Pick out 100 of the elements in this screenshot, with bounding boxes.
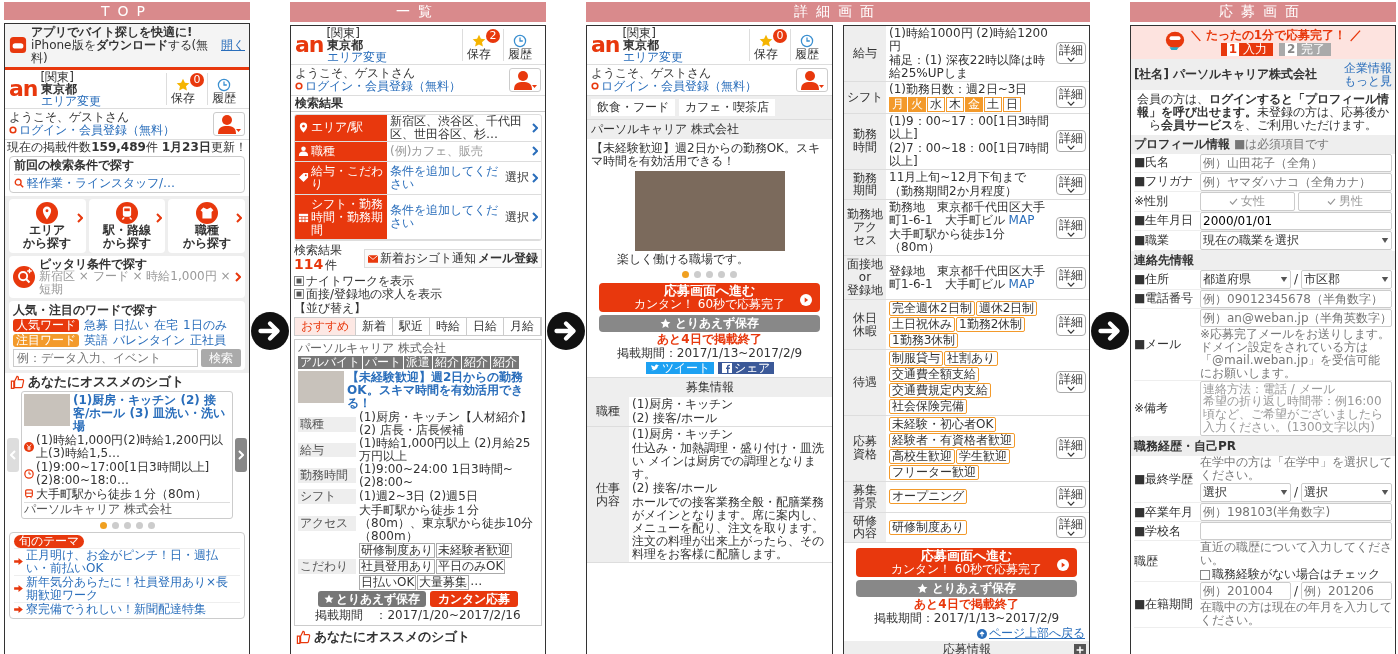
sort-tab[interactable]: おすすめ <box>295 318 356 336</box>
login-link[interactable]: ログイン・会員登録（無料） <box>305 79 461 93</box>
saved-button[interactable]: 0 保存 <box>749 29 787 61</box>
input-field[interactable]: 例）201004 <box>1200 582 1291 600</box>
next-arrow-button[interactable] <box>235 438 247 473</box>
details-button[interactable]: 詳細 <box>1056 313 1086 336</box>
keyword-link[interactable]: 英語 <box>84 334 108 348</box>
history-button[interactable]: 履歴 <box>790 29 828 61</box>
job-title-link[interactable]: 【未経験歓迎】週2日からの勤務OK。スキマ時間を有効活用できる！ <box>347 371 538 411</box>
history-button[interactable]: 履歴 <box>207 72 245 105</box>
keyword-link[interactable]: 正社員 <box>190 334 226 348</box>
details-button[interactable]: 詳細 <box>1056 485 1086 508</box>
theme-link[interactable]: 正月明け、お金がピンチ！日・週払い・前払いOK <box>26 548 240 575</box>
dropdown[interactable]: 都道府県 <box>1200 269 1291 289</box>
user-menu-button[interactable] <box>796 67 828 92</box>
details-button[interactable]: 詳細 <box>1056 371 1086 394</box>
select-link[interactable]: 選択 <box>505 171 529 185</box>
apply-button[interactable]: カンタン応募 <box>430 590 518 608</box>
map-link[interactable]: MAP <box>1008 276 1035 291</box>
details-button[interactable]: 詳細 <box>1056 173 1086 196</box>
details-button[interactable]: 詳細 <box>1056 216 1086 239</box>
saved-button[interactable]: 0 保存 <box>166 72 204 105</box>
user-menu-button[interactable] <box>213 111 245 136</box>
details-button[interactable]: 詳細 <box>1056 516 1086 539</box>
carousel-dot[interactable] <box>706 270 713 278</box>
sort-tab[interactable]: 月給 <box>504 318 541 336</box>
save-button[interactable]: とりあえず保存 <box>318 590 426 608</box>
more-ellipsis: … <box>470 574 483 590</box>
details-button[interactable]: 詳細 <box>1056 266 1086 289</box>
share-button[interactable]: シェア <box>717 361 774 375</box>
job-title-link[interactable]: (1)厨房・キッチン (2) 接客/ホール (3) 皿洗い・洗い場 <box>73 394 230 434</box>
company-info-link[interactable]: 企業情報 もっと見 <box>1344 61 1392 88</box>
logo[interactable]: an <box>591 34 620 56</box>
carousel-dot[interactable] <box>718 270 725 278</box>
save-button[interactable]: とりあえず保存 <box>856 580 1077 598</box>
details-button[interactable]: 詳細 <box>1056 42 1086 65</box>
apply-button[interactable]: 応募画面へ進む カンタン！ 60秒で応募完了 <box>856 548 1077 578</box>
back-to-top-link[interactable]: ページ上部へ戻る <box>989 627 1085 641</box>
dropdown[interactable]: 選択 <box>1301 483 1392 503</box>
dropdown[interactable]: 選択 <box>1200 483 1291 503</box>
map-link[interactable]: MAP <box>1008 213 1035 228</box>
plus-icon[interactable] <box>1074 643 1086 654</box>
user-menu-button[interactable] <box>509 67 541 92</box>
theme-link[interactable]: 新年気分あらたに！社員登用あり×長期歓迎ワーク <box>26 575 240 602</box>
previous-search-link[interactable]: 軽作業・ラインスタッフ/… <box>27 176 176 190</box>
search-tile[interactable]: エリア から探す <box>9 198 86 253</box>
checkbox[interactable] <box>1200 569 1210 580</box>
keyword-search-field[interactable]: 例：データ入力、イベント <box>13 349 198 368</box>
area-change-link[interactable]: エリア変更 <box>326 51 459 63</box>
job-card[interactable]: (1)厨房・キッチン (2) 接客/ホール (3) 皿洗い・洗い場 (1)時給1,000円(2)時給1,200円以上(3)時給1,5… (1)9:00~17:00[1日3時間以上](2)8:00~18:0… 大手町駅から徒歩１分（80m） パーソルキャリア 株式会社 <box>21 391 233 519</box>
dropdown[interactable]: 市区郡 <box>1301 269 1392 289</box>
input-field[interactable]: 例）198103(半角数字) <box>1200 503 1392 522</box>
sort-tab[interactable]: 日給 <box>467 318 504 336</box>
keyword-link[interactable]: 急募 <box>84 319 108 333</box>
details-button[interactable]: 詳細 <box>1056 86 1086 109</box>
star-icon <box>472 34 486 48</box>
logo[interactable]: an <box>9 77 38 100</box>
keyword-link[interactable]: 日払い <box>113 319 149 333</box>
checkbox[interactable] <box>294 288 304 299</box>
filter-row[interactable]: 職種 (例)カフェ、販売 <box>295 141 541 162</box>
checkbox[interactable] <box>294 276 304 286</box>
apply-button[interactable]: 応募画面へ進む カンタン！ 60秒で応募完了 <box>599 282 820 312</box>
theme-link[interactable]: 寮完備でうれしい！新聞配達特集 <box>26 602 206 616</box>
previous-arrow-button[interactable] <box>7 438 19 473</box>
mail-signup-button[interactable]: 新着おシゴト通知メール登録 <box>364 249 542 268</box>
carousel-dot[interactable] <box>694 270 701 278</box>
filter-row[interactable]: エリア/駅 新宿区、渋谷区、千代田区、世田谷区、杉… <box>295 114 541 142</box>
details-button[interactable]: 詳細 <box>1056 130 1086 153</box>
login-link[interactable]: ログイン・会員登録（無料） <box>19 123 175 137</box>
saved-button[interactable]: 2 保存 <box>462 29 500 61</box>
sort-tab[interactable]: 新着 <box>356 318 393 336</box>
carousel-dot[interactable] <box>135 521 143 529</box>
carousel-dot[interactable] <box>123 521 131 529</box>
keyword-link[interactable]: 在宅 <box>154 319 178 333</box>
area-change-link[interactable]: エリア変更 <box>622 51 746 63</box>
condition-tag: 社会保険完備 <box>889 398 967 414</box>
input-field[interactable]: 例）201206 <box>1301 582 1392 600</box>
select-link[interactable]: 選択 <box>505 210 529 224</box>
keyword-link[interactable]: バレンタイン <box>113 334 185 348</box>
details-button[interactable]: 詳細 <box>1056 437 1086 460</box>
breadcrumb-link[interactable]: カフェ・喫茶店 <box>679 98 775 116</box>
dropdown[interactable]: 現在の職業を選択 <box>1200 230 1392 250</box>
breadcrumb-link[interactable]: 飲食・フード <box>591 98 675 116</box>
sort-tab[interactable]: 時給 <box>430 318 467 336</box>
area-change-link[interactable]: エリア変更 <box>40 94 163 107</box>
login-link[interactable]: ログイン・会員登録（無料） <box>601 79 757 93</box>
save-button[interactable]: とりあえず保存 <box>599 314 820 332</box>
search-tile[interactable]: 職種 から探す <box>168 198 245 253</box>
history-button[interactable]: 履歴 <box>503 29 541 61</box>
input-field[interactable] <box>1200 522 1392 541</box>
keyword-link[interactable]: 1日のみ <box>183 319 227 333</box>
carousel-dot[interactable] <box>147 521 155 529</box>
logo[interactable]: an <box>295 34 324 56</box>
carousel-dot[interactable] <box>682 270 689 278</box>
carousel-dot[interactable] <box>730 270 737 278</box>
carousel-dot[interactable] <box>111 521 119 529</box>
sort-tab[interactable]: 駅近 <box>393 318 430 336</box>
open-app-link[interactable]: 開く <box>221 38 245 52</box>
carousel-dot[interactable] <box>99 521 107 529</box>
search-tile[interactable]: 駅・路線 から探す <box>88 198 166 253</box>
